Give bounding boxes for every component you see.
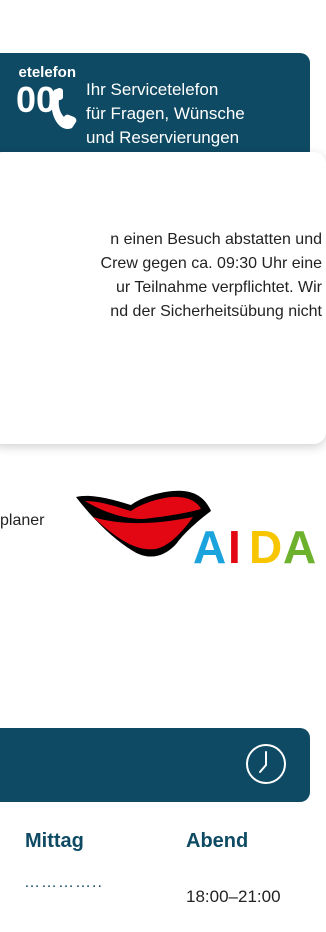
safety-info-text: n einen Besuch abstatten und Crew gegen …	[100, 231, 322, 320]
column-header-mittag: Mittag	[25, 830, 84, 852]
logo-letter-i: I	[228, 521, 241, 567]
planer-label: planer	[0, 512, 45, 529]
mittag-value: …………..	[24, 874, 103, 891]
phone-icon	[51, 88, 77, 129]
logo-letter-a1: A	[193, 521, 226, 567]
logo-letter-d: D	[249, 521, 282, 567]
column-header-abend: Abend	[186, 830, 249, 852]
abend-value: 18:00–21:00	[186, 887, 281, 906]
logo-letter-a2: A	[283, 521, 316, 567]
aida-logo: A I D A	[76, 490, 316, 567]
clock-icon	[246, 744, 286, 784]
service-description: Ihr Servicetelefon für Fragen, Wünsche u…	[86, 80, 245, 147]
